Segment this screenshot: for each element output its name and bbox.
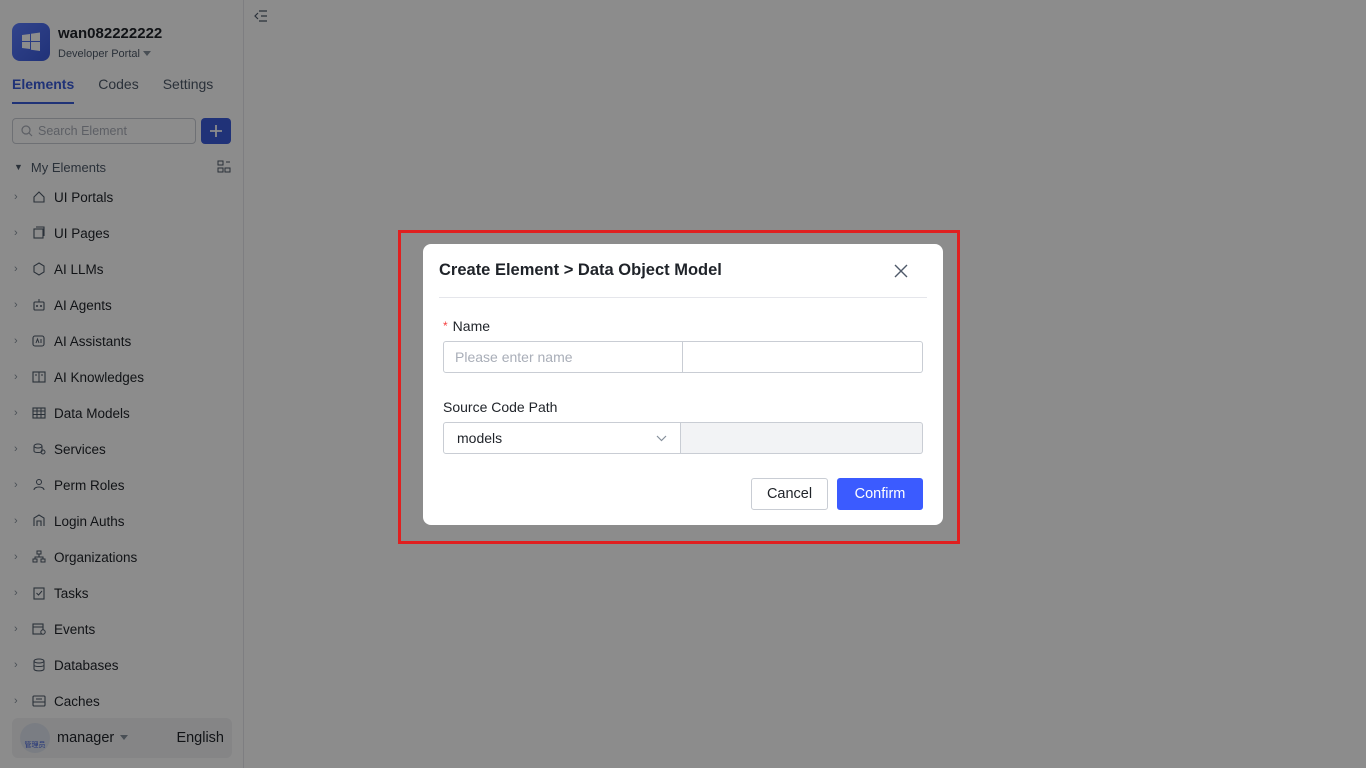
path-label: Source Code Path [443,399,558,415]
name-label-row: * Name [443,318,923,334]
path-input[interactable] [681,422,923,454]
dialog-divider [439,297,927,298]
create-element-dialog: Create Element > Data Object Model * Nam… [423,244,943,525]
path-select[interactable]: models [443,422,681,454]
chevron-down-icon [656,435,667,441]
dialog-title: Create Element > Data Object Model [439,261,722,279]
close-icon [894,264,908,277]
cancel-button[interactable]: Cancel [751,478,828,510]
confirm-button[interactable]: Confirm [837,478,923,510]
close-button[interactable] [891,261,911,281]
path-select-value: models [457,430,503,446]
name-label: Name [452,318,491,334]
name-suffix-field[interactable] [683,341,923,373]
name-input[interactable] [443,341,683,373]
required-mark: * [443,319,448,333]
